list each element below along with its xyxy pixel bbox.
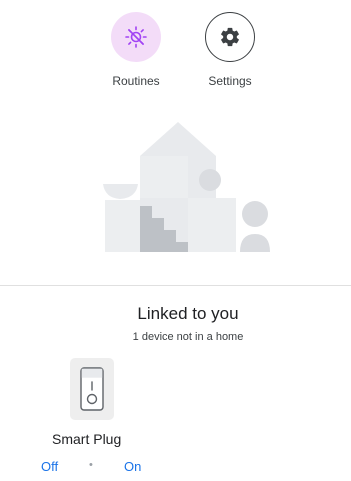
off-button[interactable]: Off <box>41 459 58 474</box>
device-card-smart-plug[interactable]: Smart Plug Off • On <box>40 358 150 478</box>
action-separator: • <box>89 459 93 471</box>
house-left-block <box>105 200 140 252</box>
routines-label: Routines <box>112 74 160 88</box>
device-tile[interactable] <box>70 358 114 420</box>
home-illustration <box>103 122 270 252</box>
house-bowl <box>103 184 138 199</box>
section-divider <box>0 285 351 286</box>
settings-button[interactable] <box>205 12 255 62</box>
person-body <box>240 234 270 252</box>
house-window <box>199 169 221 191</box>
routines-shortcut[interactable]: Routines <box>96 12 176 88</box>
settings-shortcut[interactable]: Settings <box>190 12 270 88</box>
person-head <box>242 201 268 227</box>
routines-sun-icon <box>125 26 147 48</box>
house-upper-block <box>140 156 188 198</box>
gear-icon <box>221 27 239 47</box>
on-button[interactable]: On <box>124 459 141 474</box>
house-roof <box>140 122 216 156</box>
linked-section-subtitle: 1 device not in a home <box>132 331 244 343</box>
smart-plug-icon <box>80 367 104 411</box>
linked-section-title: Linked to you <box>137 304 239 323</box>
device-name: Smart Plug <box>52 431 122 447</box>
house-bottom-right-block <box>188 198 236 252</box>
routines-button[interactable] <box>111 12 161 62</box>
settings-label: Settings <box>208 74 252 88</box>
